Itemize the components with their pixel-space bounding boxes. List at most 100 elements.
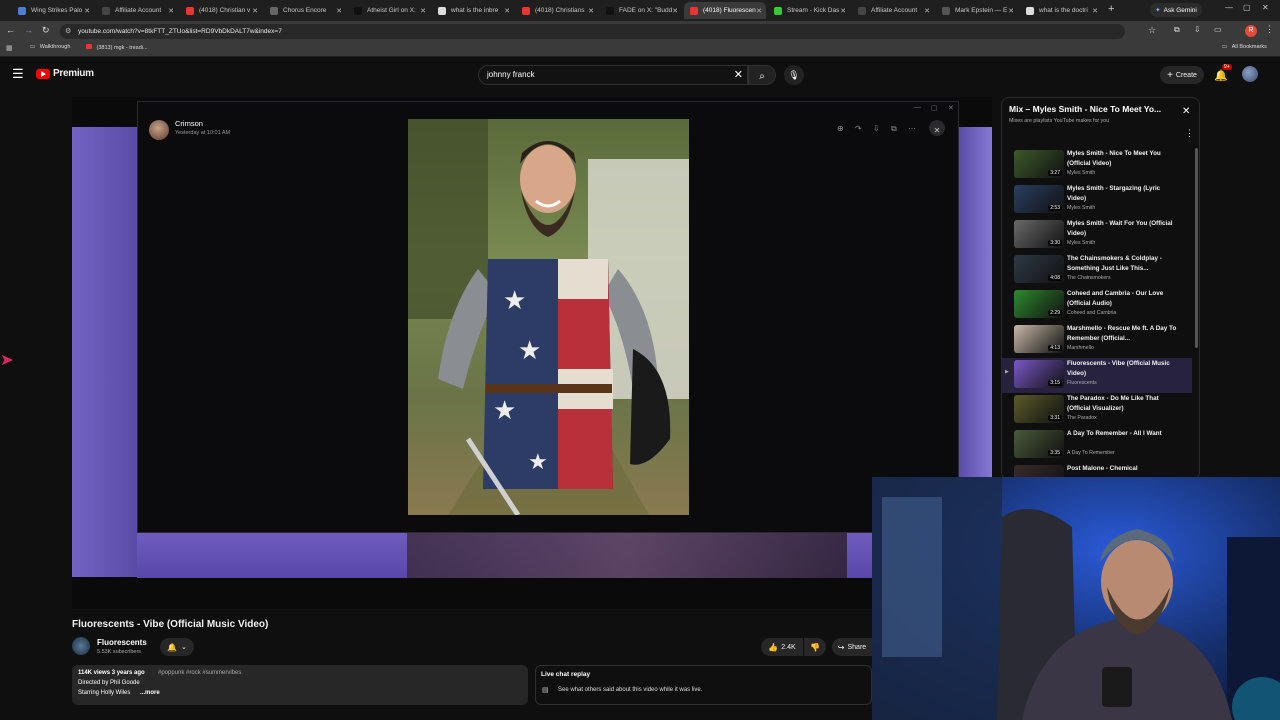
search-button[interactable]: ⌕ <box>748 65 776 85</box>
search-input[interactable]: johnny franck ✕ <box>478 65 748 85</box>
browser-tab[interactable]: FADE on X: "Budd ✕ <box>600 2 682 19</box>
share-button[interactable]: ↪ Share <box>832 638 872 656</box>
back-icon[interactable]: ← <box>6 25 15 35</box>
apps-icon[interactable]: ▦ <box>6 44 13 52</box>
url-input[interactable]: ⚙ youtube.com/watch?v=8tkFTT_ZTUo&list=R… <box>60 24 1125 39</box>
sidepanel-icon[interactable]: ▭ <box>1214 25 1222 34</box>
browser-tab[interactable]: Affiliate Account ✕ <box>96 2 178 19</box>
video-thumbnail[interactable]: 3:27 <box>1014 150 1064 178</box>
playlist-item-title: Marshmello - Rescue Me ft. A Day To Reme… <box>1067 325 1177 342</box>
extensions-icon[interactable]: ⧉ <box>1174 25 1180 35</box>
window-maximize-icon[interactable]: ▢ <box>931 104 938 112</box>
close-viewer-button[interactable]: ✕ <box>929 120 945 136</box>
browser-tab[interactable]: Stream - Kick Das ✕ <box>768 2 850 19</box>
reload-icon[interactable]: ↻ <box>42 25 50 36</box>
playlist-item[interactable]: ▶ 3:15 Fluorescents - Vibe (Official Music… <box>1002 358 1192 393</box>
bookmark-walkthrough[interactable]: ▭ Walkthrough <box>30 44 70 50</box>
video-thumbnail[interactable]: 3:35 <box>1014 430 1064 458</box>
live-chat-replay-box[interactable]: Live chat replay ▤ See what others said … <box>535 665 872 705</box>
downloads-icon[interactable]: ⇩ <box>1194 25 1201 34</box>
tab-close-icon[interactable]: ✕ <box>504 7 510 15</box>
tab-close-icon[interactable]: ✕ <box>1008 7 1014 15</box>
video-thumbnail[interactable]: 3:30 <box>1014 220 1064 248</box>
tab-close-icon[interactable]: ✕ <box>924 7 930 15</box>
video-thumbnail[interactable]: 4:08 <box>1014 255 1064 283</box>
bookmark-mgk[interactable]: (3813) mgk - treadi... <box>86 44 148 51</box>
video-thumbnail[interactable]: 2:29 <box>1014 290 1064 318</box>
browser-tab[interactable]: Chorus Encore ✕ <box>264 2 346 19</box>
hashtags[interactable]: #poppunk #rock #summervibes <box>158 670 241 676</box>
video-thumbnail[interactable]: 4:13 <box>1014 325 1064 353</box>
browser-tab[interactable]: (4018) Christians ✕ <box>516 2 598 19</box>
voice-search-button[interactable]: 🎙 <box>784 65 804 85</box>
description-box[interactable]: 114K views 3 years ago #poppunk #rock #s… <box>72 665 528 705</box>
tab-close-icon[interactable]: ✕ <box>756 7 762 15</box>
browser-tab[interactable]: (4018) Fluorescen ✕ <box>684 2 766 19</box>
tab-close-icon[interactable]: ✕ <box>336 7 342 15</box>
window-close-icon[interactable]: ✕ <box>948 104 954 112</box>
browser-menu-icon[interactable]: ⋮ <box>1265 24 1274 35</box>
tab-close-icon[interactable]: ✕ <box>168 7 174 15</box>
video-thumbnail[interactable]: 3:31 <box>1014 395 1064 423</box>
account-avatar[interactable] <box>1242 66 1258 82</box>
tab-close-icon[interactable]: ✕ <box>840 7 846 15</box>
playlist-item[interactable]: 4:13 Marshmello - Rescue Me ft. A Day To … <box>1002 323 1192 358</box>
channel-name[interactable]: Fluorescents <box>97 638 147 647</box>
bookmark-star-icon[interactable]: ☆ <box>1148 25 1156 36</box>
playlist-item[interactable]: 3:30 Myles Smith - Wait For You (Official… <box>1002 218 1192 253</box>
duration-badge: 2:29 <box>1048 310 1062 316</box>
tab-close-icon[interactable]: ✕ <box>672 7 678 15</box>
tab-close-icon[interactable]: ✕ <box>1092 7 1098 15</box>
clear-search-icon[interactable]: ✕ <box>734 66 743 84</box>
playlist-item[interactable]: 3:31 The Paradox - Do Me Like That (Offic… <box>1002 393 1192 428</box>
browser-tab[interactable]: Affiliate Account ✕ <box>852 2 934 19</box>
forward-share-icon[interactable]: ↷ <box>855 124 862 133</box>
playlist-title[interactable]: Mix – Myles Smith - Nice To Meet Yo... <box>1009 104 1161 114</box>
notifications-button[interactable]: 🔔 9+ <box>1214 64 1232 84</box>
tab-close-icon[interactable]: ✕ <box>252 7 258 15</box>
playlist-item[interactable]: 2:53 Myles Smith - Stargazing (Lyric Vide… <box>1002 183 1192 218</box>
video-thumbnail[interactable]: 2:53 <box>1014 185 1064 213</box>
browser-tab[interactable]: what is the inbre ✕ <box>432 2 514 19</box>
dislike-button[interactable]: 👎 <box>804 638 826 656</box>
subscribed-button[interactable]: 🔔 ⌄ <box>160 638 194 656</box>
browser-tab[interactable]: (4018) Christian v ✕ <box>180 2 262 19</box>
site-info-icon[interactable]: ⚙ <box>65 24 71 39</box>
minimize-window-icon[interactable]: — <box>1225 3 1233 12</box>
forward-icon[interactable]: → <box>24 25 33 35</box>
close-playlist-icon[interactable]: ✕ <box>1182 106 1190 117</box>
playlist-item[interactable]: 4:08 The Chainsmokers & Coldplay - Someth… <box>1002 253 1192 288</box>
close-window-icon[interactable]: ✕ <box>1262 3 1269 12</box>
playlist-item[interactable]: 2:29 Coheed and Cambria - Our Love (Offic… <box>1002 288 1192 323</box>
tab-favicon-icon <box>18 6 26 15</box>
new-tab-button[interactable]: + <box>1108 3 1114 15</box>
hamburger-menu-icon[interactable]: ☰ <box>12 66 24 82</box>
maximize-window-icon[interactable]: ▢ <box>1243 3 1251 12</box>
video-thumbnail[interactable]: 3:15 <box>1014 360 1064 388</box>
youtube-logo[interactable]: Premium <box>36 68 94 79</box>
playlist-scrollbar[interactable] <box>1195 148 1198 348</box>
tab-close-icon[interactable]: ✕ <box>420 7 426 15</box>
like-button[interactable]: 👍 2.4K <box>761 638 803 656</box>
channel-avatar[interactable] <box>72 637 90 655</box>
all-bookmarks[interactable]: ▭ All Bookmarks <box>1222 44 1267 50</box>
browser-tab[interactable]: Atheist Girl on X: ✕ <box>348 2 430 19</box>
profile-avatar[interactable]: R <box>1245 25 1257 37</box>
more-options-icon[interactable]: ⋯ <box>908 124 916 133</box>
playlist-item[interactable]: 3:27 Myles Smith - Nice To Meet You (Offi… <box>1002 148 1192 183</box>
tab-close-icon[interactable]: ✕ <box>84 7 90 15</box>
window-minimize-icon[interactable]: — <box>914 104 921 111</box>
download-icon[interactable]: ⇩ <box>873 124 880 133</box>
ask-gemini-button[interactable]: ✦ Ask Gemini <box>1150 3 1202 17</box>
browser-tab[interactable]: Mark Epstein — E ✕ <box>936 2 1018 19</box>
duration-badge: 4:08 <box>1048 275 1062 281</box>
browser-tab[interactable]: Wing Strikes Palo ✕ <box>12 2 94 19</box>
playlist-item[interactable]: 3:35 A Day To Remember - All I Want A Day … <box>1002 428 1192 463</box>
create-button[interactable]: + Create <box>1160 66 1204 84</box>
playlist-menu-icon[interactable]: ⋮ <box>1185 128 1194 139</box>
zoom-icon[interactable]: ⊕ <box>837 124 844 133</box>
open-external-icon[interactable]: ⧉ <box>891 124 897 134</box>
browser-tab[interactable]: what is the doctri ✕ <box>1020 2 1102 19</box>
show-more-link[interactable]: ...more <box>140 690 160 696</box>
tab-close-icon[interactable]: ✕ <box>588 7 594 15</box>
